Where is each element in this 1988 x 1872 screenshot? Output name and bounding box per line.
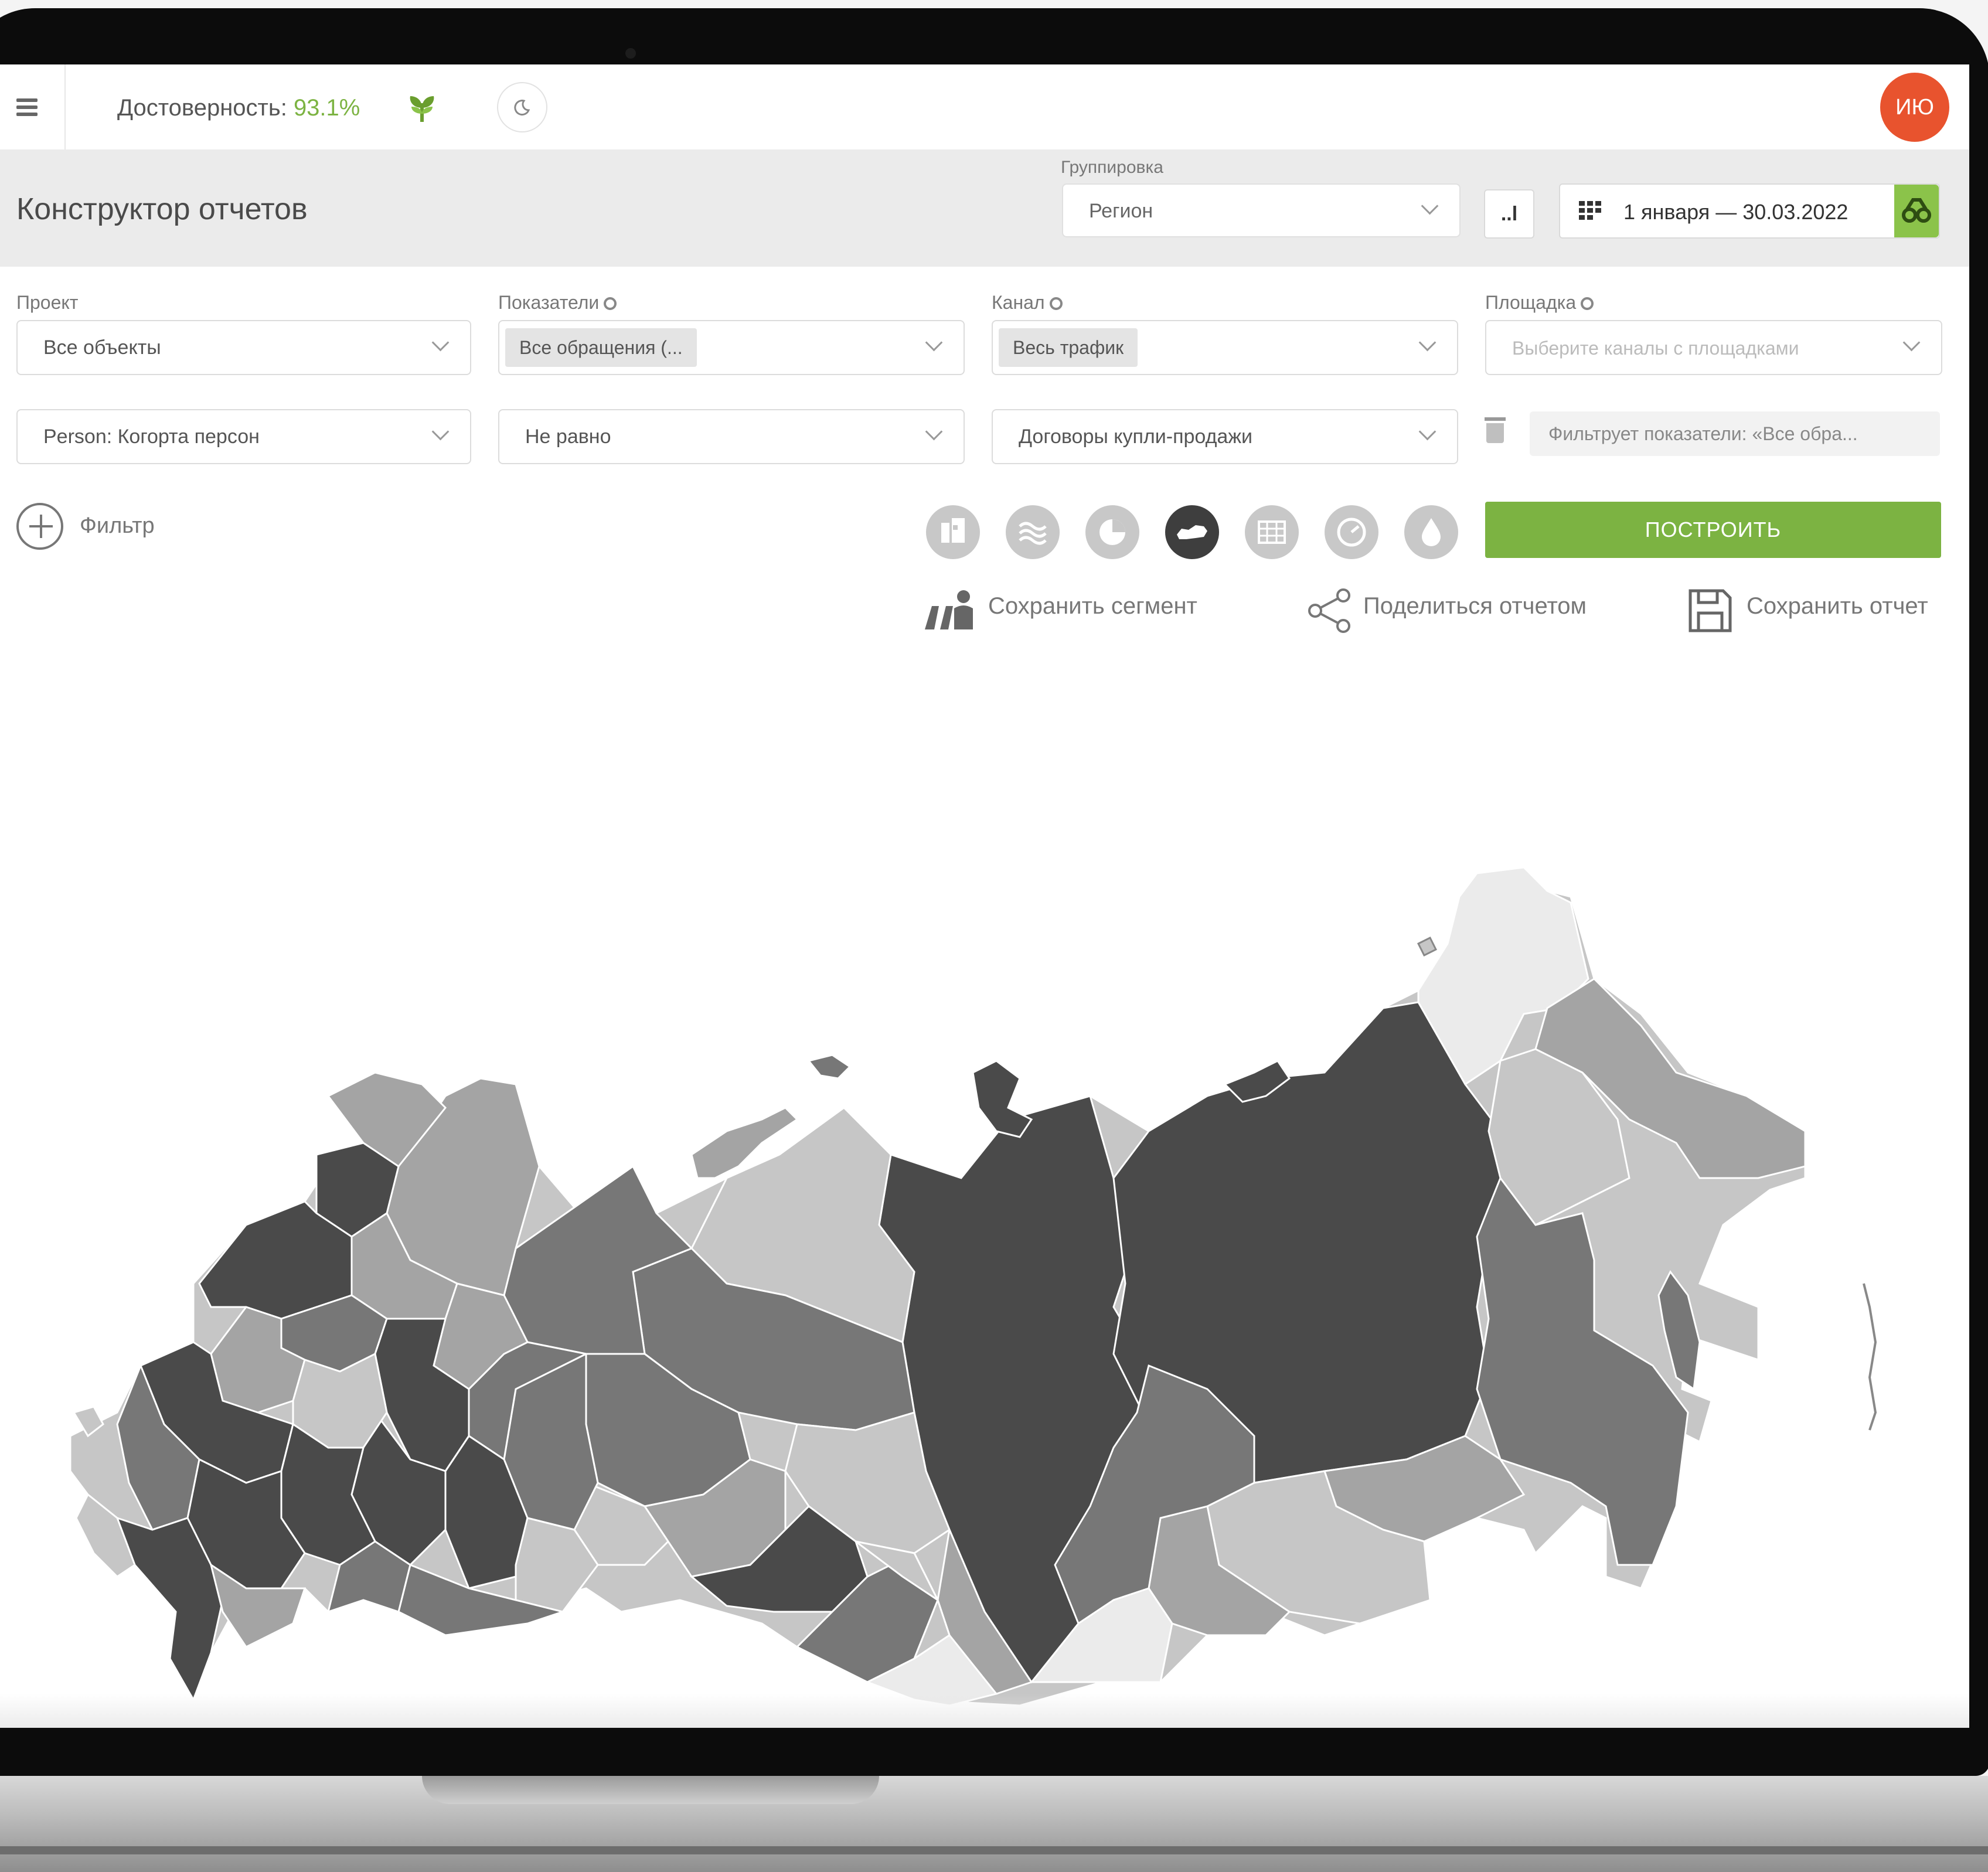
laptop-notch <box>422 1776 879 1804</box>
delete-filter-icon[interactable] <box>1485 417 1506 443</box>
laptop-base <box>0 1776 1988 1872</box>
chevron-down-icon <box>431 333 450 352</box>
chart-toggle-button[interactable]: ..l <box>1484 189 1534 239</box>
gear-icon[interactable] <box>1581 297 1594 310</box>
chevron-down-icon <box>925 333 943 352</box>
app-screen: Достоверность: 93.1% ИЮ Конструктор отче… <box>0 64 1969 1728</box>
gear-icon[interactable] <box>1049 297 1063 310</box>
save-report-label: Сохранить отчет <box>1747 593 1928 619</box>
wave-chart-icon <box>1019 522 1047 545</box>
metrics-select[interactable]: Все обращения (... <box>498 320 965 375</box>
filter-operator-value: Не равно <box>525 426 611 448</box>
drop-icon <box>1422 518 1441 546</box>
chevron-down-icon <box>925 423 943 441</box>
build-report-button[interactable]: ПОСТРОИТЬ <box>1485 502 1941 558</box>
theme-toggle-button[interactable] <box>497 82 547 132</box>
chevron-down-icon <box>1418 333 1436 352</box>
floppy-disk-icon <box>1689 589 1732 632</box>
filter-value-text: Договоры купли-продажи <box>1019 426 1253 448</box>
title-band: Конструктор отчетов Группировка Регион .… <box>0 149 1969 267</box>
camera-dot <box>625 48 636 59</box>
table-view-button[interactable] <box>1245 505 1299 559</box>
pie-chart-icon <box>1099 519 1125 545</box>
grouping-value: Регион <box>1089 200 1153 222</box>
kuril-islands <box>1863 1283 1877 1431</box>
gear-icon[interactable] <box>604 297 617 310</box>
metrics-label: Показатели <box>498 292 617 314</box>
filter-field-select[interactable]: Person: Когорта персон <box>16 409 471 464</box>
funnel-chart-icon <box>941 518 965 543</box>
grouping-select[interactable]: Регион <box>1062 183 1461 237</box>
filter-operator-select[interactable]: Не равно <box>498 409 965 464</box>
date-range-text: 1 января — 30.03.2022 <box>1623 200 1849 224</box>
laptop-base-edge <box>0 1846 1988 1854</box>
pie-chart-button[interactable] <box>1085 505 1139 559</box>
franz-josef-island <box>807 1054 852 1080</box>
topbar-divider <box>64 64 66 149</box>
user-avatar[interactable]: ИЮ <box>1880 73 1949 142</box>
project-select[interactable]: Все объекты <box>16 320 471 375</box>
site-label: Площадка <box>1485 292 1594 314</box>
map-chart-icon <box>1177 525 1207 539</box>
gauge-icon <box>1337 518 1366 547</box>
add-filter-label: Фильтр <box>80 513 155 538</box>
wave-chart-button[interactable] <box>1006 505 1060 559</box>
wrangel-island <box>1417 936 1438 957</box>
save-segment-label: Сохранить сегмент <box>988 593 1197 619</box>
chevron-down-icon <box>431 423 450 441</box>
filter-note: Фильтрует показатели: «Все обра... <box>1530 411 1940 456</box>
chevron-down-icon <box>1902 333 1921 352</box>
map-chart-button[interactable] <box>1165 505 1219 559</box>
channel-chip: Весь трафик <box>999 328 1138 367</box>
filter-field-value: Person: Когорта персон <box>43 426 260 448</box>
plant-icon[interactable] <box>404 90 440 125</box>
filter-value-select[interactable]: Договоры купли-продажи <box>992 409 1458 464</box>
project-value: Все объекты <box>43 336 161 359</box>
calendar-icon <box>1579 201 1601 220</box>
plus-circle-icon <box>16 503 63 550</box>
screen-bottom-fade <box>0 1694 1969 1728</box>
drop-chart-button[interactable] <box>1404 505 1458 559</box>
reliability-value: 93.1% <box>293 95 360 121</box>
date-range-picker[interactable]: 1 января — 30.03.2022 <box>1559 183 1940 239</box>
funnel-chart-button[interactable] <box>926 505 980 559</box>
moon-icon <box>514 100 530 116</box>
chevron-down-icon <box>1421 197 1439 215</box>
hamburger-menu-icon[interactable] <box>16 98 38 116</box>
chevron-down-icon <box>1418 423 1436 441</box>
metrics-chip: Все обращения (... <box>505 328 697 367</box>
russia-regions-map[interactable] <box>0 651 1969 1728</box>
site-select[interactable]: Выберите каналы с площадками <box>1485 320 1942 375</box>
channel-label: Канал <box>992 292 1063 314</box>
share-report-label: Поделиться отчетом <box>1363 593 1587 619</box>
binoculars-icon <box>1902 198 1931 223</box>
gauge-button[interactable] <box>1325 505 1378 559</box>
reliability-label: Достоверность: <box>117 95 287 121</box>
table-icon <box>1258 520 1286 544</box>
site-placeholder: Выберите каналы с площадками <box>1512 338 1799 359</box>
severnaya-zemlya-island <box>972 1060 1033 1138</box>
segment-icon <box>925 590 973 629</box>
channel-select[interactable]: Весь трафик <box>992 320 1458 375</box>
share-icon <box>1308 588 1350 633</box>
top-bar: Достоверность: 93.1% ИЮ <box>0 64 1969 149</box>
project-label: Проект <box>16 292 79 313</box>
apply-date-button[interactable] <box>1894 185 1939 237</box>
grouping-label: Группировка <box>1061 158 1163 177</box>
reliability-indicator: Достоверность: 93.1% <box>117 95 360 121</box>
page-title: Конструктор отчетов <box>16 192 308 226</box>
